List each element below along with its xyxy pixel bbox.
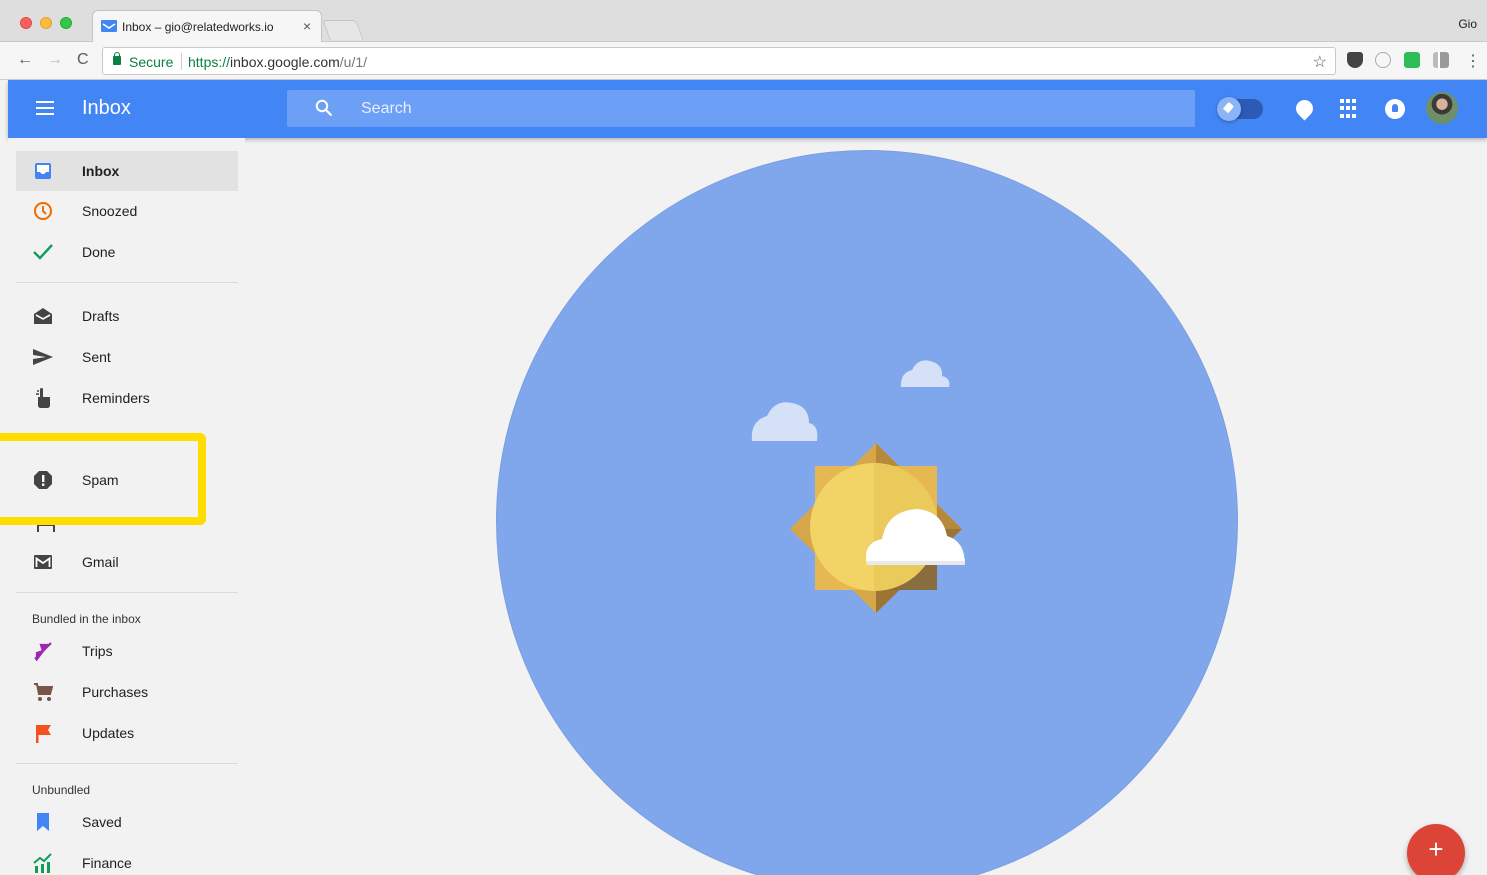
app-header: Inbox bbox=[8, 80, 1487, 138]
inbox-zero-illustration bbox=[497, 151, 1237, 875]
finance-icon bbox=[33, 853, 52, 873]
sun-cloud-illustration bbox=[751, 360, 965, 613]
sidebar-item-updates[interactable]: Updates bbox=[16, 713, 238, 753]
sidebar-item-purchases[interactable]: Purchases bbox=[16, 672, 238, 712]
reload-icon[interactable]: C bbox=[77, 52, 89, 68]
search-icon[interactable] bbox=[315, 99, 333, 117]
gmail-icon bbox=[34, 555, 52, 569]
sidebar-item-label: Done bbox=[82, 244, 116, 260]
sidebar-item-label: Inbox bbox=[82, 163, 120, 179]
tab-title: Inbox – gio@relatedworks.io bbox=[122, 20, 274, 34]
main-content bbox=[245, 138, 1487, 875]
section-heading-bundled: Bundled in the inbox bbox=[32, 612, 141, 626]
browser-toolbar: ← → C Secure https://inbox.google.com/u/… bbox=[0, 42, 1487, 80]
forward-arrow-icon[interactable]: → bbox=[47, 52, 63, 68]
green-extension-icon[interactable] bbox=[1404, 52, 1420, 68]
compose-button[interactable]: + bbox=[1407, 824, 1465, 875]
bookmark-star-icon[interactable]: ☆ bbox=[1313, 52, 1327, 72]
sidebar-item-done[interactable]: Done bbox=[16, 232, 238, 272]
maximize-window-button[interactable] bbox=[60, 17, 72, 29]
plus-icon: + bbox=[1428, 834, 1444, 864]
shield-extension-icon[interactable] bbox=[1375, 52, 1391, 68]
url-text[interactable]: https://inbox.google.com/u/1/ bbox=[188, 54, 367, 70]
hamburger-menu-icon[interactable] bbox=[36, 101, 54, 115]
hidden-item-icon bbox=[37, 524, 55, 532]
sidebar-divider bbox=[16, 763, 238, 764]
browser-menu-icon[interactable]: ⋮ bbox=[1465, 51, 1481, 71]
minimize-window-button[interactable] bbox=[40, 17, 52, 29]
sidebar-item-label: Updates bbox=[82, 725, 135, 741]
omnibox-divider bbox=[181, 53, 182, 70]
back-arrow-icon[interactable]: ← bbox=[17, 52, 33, 68]
sidebar-item-label: Reminders bbox=[82, 390, 150, 406]
address-bar[interactable]: Secure https://inbox.google.com/u/1/ ☆ bbox=[102, 47, 1336, 75]
flag-icon bbox=[36, 725, 51, 743]
new-tab-button[interactable] bbox=[322, 20, 364, 40]
pocket-extension-icon[interactable] bbox=[1347, 52, 1363, 68]
sidebar-item-sent[interactable]: Sent bbox=[16, 337, 238, 377]
reminder-hand-icon bbox=[36, 388, 50, 408]
pin-icon bbox=[1217, 97, 1241, 121]
sidebar-divider bbox=[16, 282, 238, 283]
sidebar-item-inbox[interactable]: Inbox bbox=[16, 151, 238, 191]
notifications-bell-icon[interactable] bbox=[1385, 99, 1405, 119]
browser-tab[interactable]: Inbox – gio@relatedworks.io × bbox=[92, 10, 322, 42]
section-heading-unbundled: Unbundled bbox=[32, 783, 91, 797]
tab-close-icon[interactable]: × bbox=[303, 18, 311, 34]
close-window-button[interactable] bbox=[20, 17, 32, 29]
highlight-box bbox=[0, 433, 206, 525]
sidebar-item-label: Saved bbox=[82, 814, 122, 830]
sidebar-item-saved[interactable]: Saved bbox=[16, 802, 238, 842]
profile-name[interactable]: Gio bbox=[1458, 17, 1477, 31]
avatar[interactable] bbox=[1426, 92, 1458, 124]
grey-extension-icon[interactable] bbox=[1433, 52, 1449, 68]
lock-icon bbox=[113, 52, 121, 65]
cart-icon bbox=[34, 683, 53, 701]
pin-toggle[interactable] bbox=[1217, 97, 1263, 121]
sidebar-item-label: Trips bbox=[82, 643, 113, 659]
check-icon bbox=[33, 244, 53, 260]
plane-icon bbox=[34, 642, 52, 661]
bookmark-icon bbox=[37, 813, 49, 831]
clock-icon bbox=[34, 202, 52, 220]
sidebar-item-label: Gmail bbox=[82, 554, 119, 570]
small-cloud-icon bbox=[751, 402, 818, 441]
sidebar-item-gmail[interactable]: Gmail bbox=[16, 542, 238, 582]
sidebar-divider bbox=[16, 592, 238, 593]
inbox-icon bbox=[35, 163, 51, 179]
browser-titlebar: Inbox – gio@relatedworks.io × Gio bbox=[0, 0, 1487, 42]
sidebar-item-trips[interactable]: Trips bbox=[16, 631, 238, 671]
apps-grid-icon[interactable] bbox=[1340, 99, 1360, 119]
sidebar-item-label: Drafts bbox=[82, 308, 120, 324]
sidebar-item-drafts[interactable]: Drafts bbox=[16, 296, 238, 336]
sidebar-item-label: Snoozed bbox=[82, 203, 138, 219]
secure-label: Secure bbox=[129, 54, 174, 70]
sidebar-item-snoozed[interactable]: Snoozed bbox=[16, 191, 238, 231]
sidebar-item-reminders[interactable]: Reminders bbox=[16, 378, 238, 418]
sidebar-item-label: Finance bbox=[82, 855, 132, 871]
sidebar-item-label: Sent bbox=[82, 349, 111, 365]
inbox-favicon-icon bbox=[101, 20, 117, 32]
hangouts-icon[interactable] bbox=[1292, 96, 1317, 121]
drafts-icon bbox=[34, 308, 52, 324]
search-input[interactable] bbox=[361, 98, 1161, 120]
small-cloud-icon bbox=[900, 360, 950, 387]
sidebar-item-label: Purchases bbox=[82, 684, 149, 700]
page-title: Inbox bbox=[82, 97, 131, 119]
search-bar[interactable] bbox=[287, 90, 1195, 127]
send-icon bbox=[33, 349, 53, 365]
sidebar-item-finance[interactable]: Finance bbox=[16, 843, 238, 875]
